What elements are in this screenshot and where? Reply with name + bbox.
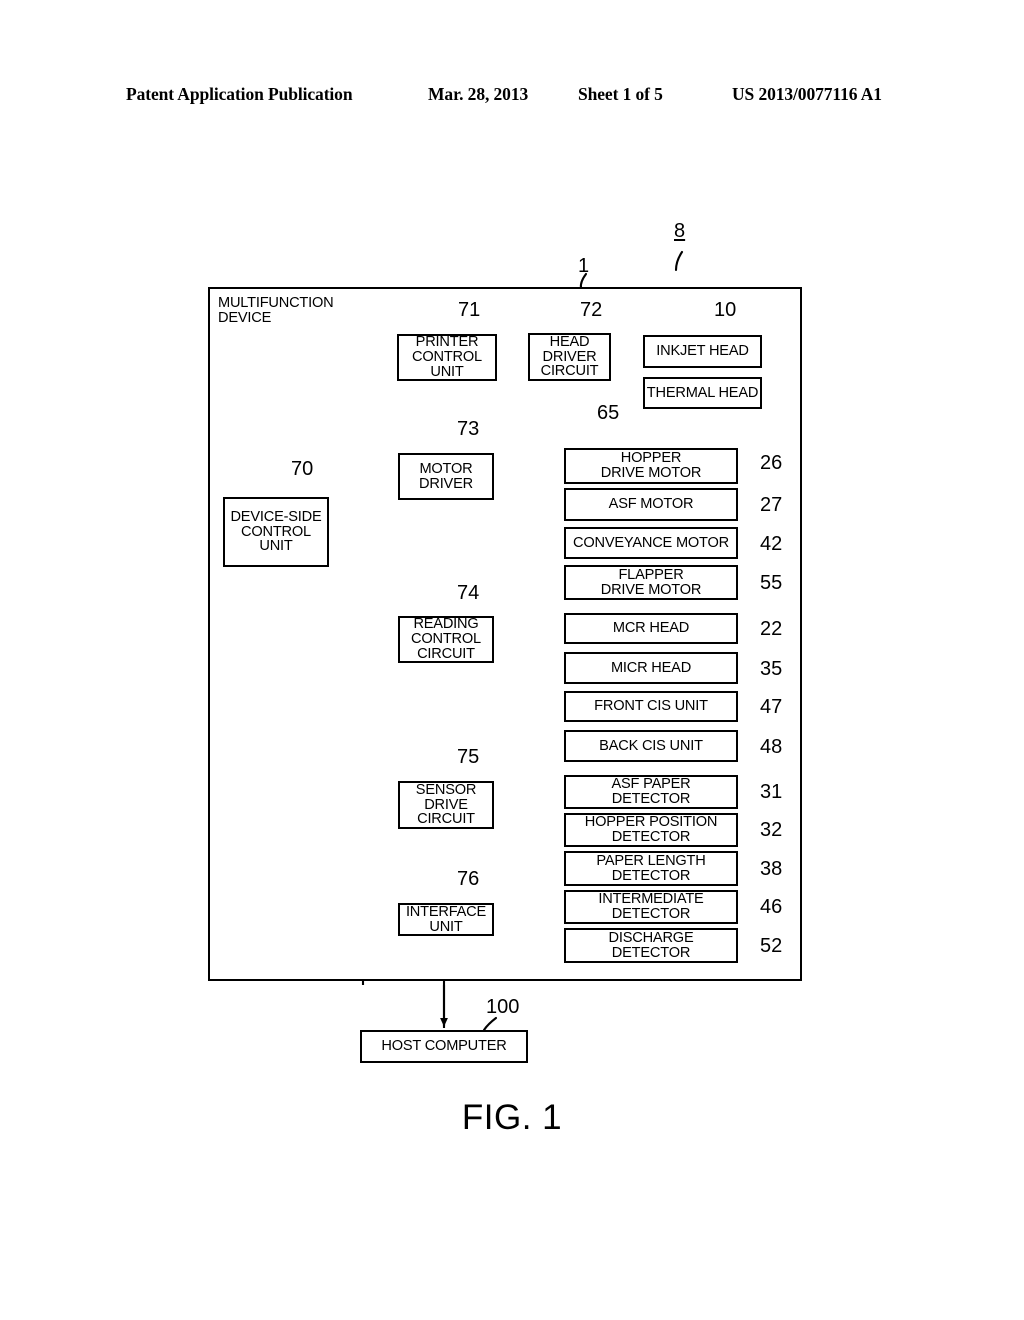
block-reading-control-circuit: READING CONTROL CIRCUIT <box>398 616 494 663</box>
block-label: DISCHARGE DETECTOR <box>608 929 694 961</box>
ref-47: 47 <box>760 696 783 718</box>
block-label: READING CONTROL CIRCUIT <box>411 616 481 662</box>
block-asf-motor: ASF MOTOR <box>564 488 738 521</box>
block-sensor-drive-circuit: SENSOR DRIVE CIRCUIT <box>398 781 494 829</box>
block-intermediate-detector: INTERMEDIATE DETECTOR <box>564 890 738 924</box>
block-label: SENSOR DRIVE CIRCUIT <box>415 781 477 828</box>
block-label: MCR HEAD <box>612 620 690 637</box>
block-label: HOPPER POSITION DETECTOR <box>584 814 718 845</box>
block-mcr-head: MCR HEAD <box>564 613 738 644</box>
block-device-side-control-unit: DEVICE-SIDE CONTROL UNIT <box>223 497 329 567</box>
block-label: HOPPER DRIVE MOTOR <box>600 450 702 481</box>
block-head-driver-circuit: HEAD DRIVER CIRCUIT <box>528 333 611 381</box>
ref-71: 71 <box>458 299 481 321</box>
block-label: INKJET HEAD <box>656 343 749 360</box>
ref-device-1: 1 <box>578 255 590 277</box>
ref-46: 46 <box>760 896 783 918</box>
block-label: INTERFACE UNIT <box>405 903 487 935</box>
block-label: PRINTER CONTROL UNIT <box>412 334 482 380</box>
ref-70: 70 <box>291 458 314 480</box>
ref-76: 76 <box>457 868 480 890</box>
ref-72: 72 <box>580 299 603 321</box>
ref-31: 31 <box>760 781 783 803</box>
ref-system-8: 8 <box>674 220 686 242</box>
ref-55: 55 <box>760 572 783 594</box>
block-label: HEAD DRIVER CIRCUIT <box>540 333 599 380</box>
ref-27: 27 <box>760 494 783 516</box>
ref-22: 22 <box>760 618 783 640</box>
block-label: DEVICE-SIDE CONTROL UNIT <box>230 508 322 555</box>
ref-26: 26 <box>760 452 783 474</box>
block-micr-head: MICR HEAD <box>564 652 738 684</box>
ref-74: 74 <box>457 582 480 604</box>
block-interface-unit: INTERFACE UNIT <box>398 903 494 936</box>
ref-38: 38 <box>760 858 783 880</box>
ref-42: 42 <box>760 533 783 555</box>
block-hopper-drive-motor: HOPPER DRIVE MOTOR <box>564 448 738 484</box>
block-paper-length-detector: PAPER LENGTH DETECTOR <box>564 851 738 886</box>
block-label: HOST COMPUTER <box>381 1038 507 1055</box>
block-label: THERMAL HEAD <box>646 384 759 401</box>
ref-52: 52 <box>760 935 783 957</box>
block-thermal-head: THERMAL HEAD <box>643 377 762 409</box>
block-conveyance-motor: CONVEYANCE MOTOR <box>564 527 738 559</box>
block-asf-paper-detector: ASF PAPER DETECTOR <box>564 775 738 809</box>
figure-1-block-diagram: MULTIFUNCTION DEVICE 8 1 71 72 10 65 70 … <box>0 0 1024 1320</box>
block-label: MICR HEAD <box>610 659 692 676</box>
block-flapper-drive-motor: FLAPPER DRIVE MOTOR <box>564 565 738 600</box>
block-motor-driver: MOTOR DRIVER <box>398 453 494 500</box>
block-discharge-detector: DISCHARGE DETECTOR <box>564 928 738 963</box>
ref-100: 100 <box>486 996 520 1018</box>
multifunction-device-label: MULTIFUNCTION DEVICE <box>218 295 334 327</box>
block-label: CONVEYANCE MOTOR <box>573 534 729 551</box>
ref-65: 65 <box>597 402 620 424</box>
block-label: FRONT CIS UNIT <box>594 698 708 715</box>
ref-10: 10 <box>714 299 737 321</box>
ref-35: 35 <box>760 658 783 680</box>
block-inkjet-head: INKJET HEAD <box>643 335 762 368</box>
figure-caption: FIG. 1 <box>461 1098 563 1137</box>
block-label: PAPER LENGTH DETECTOR <box>596 852 706 884</box>
block-printer-control-unit: PRINTER CONTROL UNIT <box>397 334 497 381</box>
block-label: ASF PAPER DETECTOR <box>611 776 691 807</box>
block-back-cis-unit: BACK CIS UNIT <box>564 730 738 762</box>
ref-75: 75 <box>457 746 480 768</box>
ref-32: 32 <box>760 819 783 841</box>
block-label: INTERMEDIATE DETECTOR <box>598 891 704 922</box>
block-label: ASF MOTOR <box>608 496 694 513</box>
block-front-cis-unit: FRONT CIS UNIT <box>564 691 738 722</box>
block-host-computer: HOST COMPUTER <box>360 1030 528 1063</box>
block-label: FLAPPER DRIVE MOTOR <box>600 566 702 598</box>
ref-48: 48 <box>760 736 783 758</box>
block-label: MOTOR DRIVER <box>419 460 473 492</box>
ref-73: 73 <box>457 418 480 440</box>
block-label: BACK CIS UNIT <box>599 737 703 754</box>
block-hopper-position-detector: HOPPER POSITION DETECTOR <box>564 813 738 847</box>
